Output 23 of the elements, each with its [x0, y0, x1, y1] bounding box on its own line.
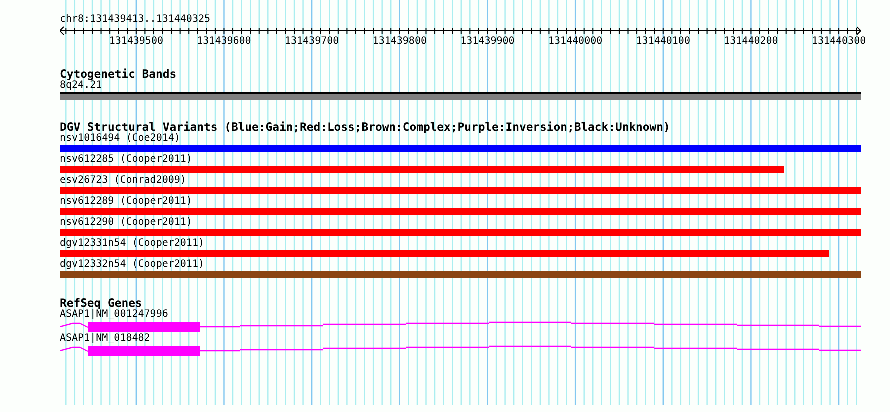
band-label: 8q24.21 — [60, 80, 102, 92]
tick-label: 131439900 — [460, 36, 515, 48]
tick-label: 131440200 — [724, 36, 778, 48]
gene-label: ASAP1|NM_001247996 — [60, 309, 168, 321]
tick-label: 131439700 — [284, 36, 340, 48]
tick-label: 131440000 — [548, 36, 603, 48]
variant-label: nsv612290 (Cooper2011) — [60, 217, 192, 229]
tick-label: 131440300 — [812, 36, 866, 48]
track-title: Cytogenetic Bands — [60, 68, 177, 80]
tick-label: 131439500 — [109, 36, 164, 48]
track-title: RefSeq Genes — [60, 297, 142, 309]
tick-label: 131439600 — [197, 36, 252, 48]
variant-label: nsv1016494 (Coe2014) — [60, 133, 180, 145]
variant-label: dgv12332n54 (Cooper2011) — [60, 259, 204, 271]
tick-label: 131439800 — [372, 36, 427, 48]
variant-label: esv26723 (Conrad2009) — [60, 175, 186, 187]
variant-label: dgv12331n54 (Cooper2011) — [60, 238, 204, 250]
gene-label: ASAP1|NM_018482 — [60, 333, 150, 345]
variant-label: nsv612285 (Cooper2011) — [60, 154, 192, 166]
position-label: chr8:131439413..131440325 — [60, 14, 211, 26]
variant-label: nsv612289 (Cooper2011) — [60, 196, 192, 208]
tick-label: 131440100 — [636, 36, 690, 48]
track-title: DGV Structural Variants (Blue:Gain;Red:Loss;Brown:Complex;Purple:Inversion;Black:Unknown) — [60, 121, 670, 133]
